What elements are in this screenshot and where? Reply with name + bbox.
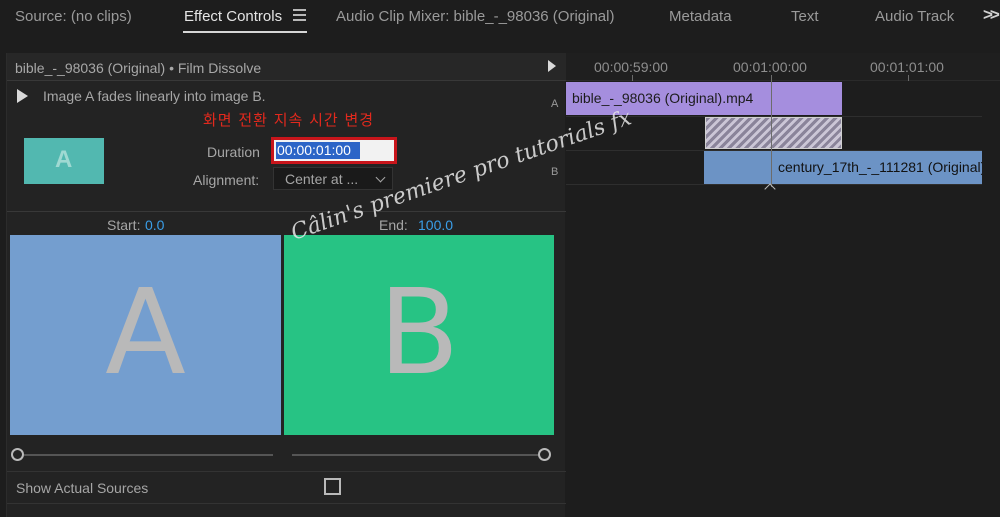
timecode-label: 00:00:59:00	[594, 59, 668, 75]
tab-source[interactable]: Source: (no clips)	[15, 8, 132, 25]
clip-a[interactable]: bible_-_98036 (Original).mp4	[566, 82, 842, 115]
start-slider-track	[24, 454, 273, 456]
start-slider-knob[interactable]	[11, 448, 24, 461]
clip-header: bible_-_98036 (Original) • Film Dissolve	[7, 53, 566, 81]
timecode-label: 00:01:00:00	[733, 59, 807, 75]
track-b-label: B	[551, 166, 559, 178]
clip-title: bible_-_98036 (Original) • Film Dissolve	[15, 60, 262, 76]
end-label: End:	[379, 217, 408, 233]
show-actual-sources-label: Show Actual Sources	[16, 480, 149, 496]
end-slider-track	[292, 454, 538, 456]
play-transition-icon[interactable]	[17, 89, 28, 103]
effect-controls-panel: bible_-_98036 (Original) • Film Dissolve…	[6, 53, 566, 517]
clip-b[interactable]: century_17th_-_111281 (Original)	[704, 151, 982, 184]
divider	[7, 211, 566, 212]
transition-block[interactable]	[705, 117, 842, 149]
duration-label: Duration	[207, 144, 260, 160]
time-ruler[interactable]: 00:00:59:00 00:01:00:00 00:01:01:00	[566, 53, 1000, 81]
duration-value[interactable]: 00:00:01:00	[276, 142, 360, 159]
ruler-tick	[908, 75, 909, 81]
divider	[7, 471, 566, 472]
clip-a-name: bible_-_98036 (Original).mp4	[572, 90, 754, 106]
start-slider[interactable]	[11, 448, 273, 462]
more-panels-icon[interactable]: >>	[983, 5, 1000, 25]
alignment-label: Alignment:	[193, 172, 260, 188]
tab-audio-clip-mixer[interactable]: Audio Clip Mixer: bible_-_98036 (Origina…	[336, 8, 614, 25]
preview-a-letter: A	[105, 263, 186, 401]
tab-metadata[interactable]: Metadata	[669, 8, 732, 25]
preview-a: A	[10, 235, 281, 435]
end-slider-knob[interactable]	[538, 448, 551, 461]
active-tab-underline	[183, 31, 307, 33]
transition-thumbnail: A	[24, 138, 104, 184]
divider	[7, 503, 566, 504]
track-a-label: A	[551, 98, 559, 110]
chevron-down-icon	[375, 172, 386, 183]
ruler-tick	[632, 75, 633, 81]
clip-b-name: century_17th_-_111281 (Original)	[778, 159, 982, 175]
start-value[interactable]: 0.0	[145, 217, 164, 233]
annotation-text: 화면 전환 지속 시간 변경	[203, 111, 375, 129]
show-actual-sources-checkbox[interactable]	[324, 478, 341, 495]
panel-tab-bar: Source: (no clips) Effect Controls Audio…	[0, 0, 1000, 36]
menu-icon[interactable]	[293, 9, 306, 21]
timecode-label: 00:01:01:00	[870, 59, 944, 75]
tab-audio-track[interactable]: Audio Track	[875, 8, 954, 25]
tab-effect-controls[interactable]: Effect Controls	[184, 8, 282, 25]
alignment-value: Center at ...	[285, 171, 359, 187]
start-label: Start:	[107, 217, 141, 233]
end-value[interactable]: 100.0	[418, 217, 453, 233]
alignment-dropdown[interactable]: Center at ...	[273, 167, 393, 190]
thumbnail-letter: A	[55, 146, 73, 173]
transition-description: Image A fades linearly into image B.	[43, 88, 266, 104]
playhead[interactable]	[771, 75, 772, 187]
duration-field[interactable]: 00:00:01:00	[271, 137, 397, 164]
end-slider[interactable]	[292, 448, 554, 462]
preview-b: B	[284, 235, 554, 435]
preview-b-letter: B	[378, 263, 460, 401]
playhead-caret-icon	[764, 183, 776, 195]
track-divider	[566, 184, 982, 185]
panel-menu-play-icon[interactable]	[548, 60, 556, 72]
tab-text[interactable]: Text	[791, 8, 819, 25]
